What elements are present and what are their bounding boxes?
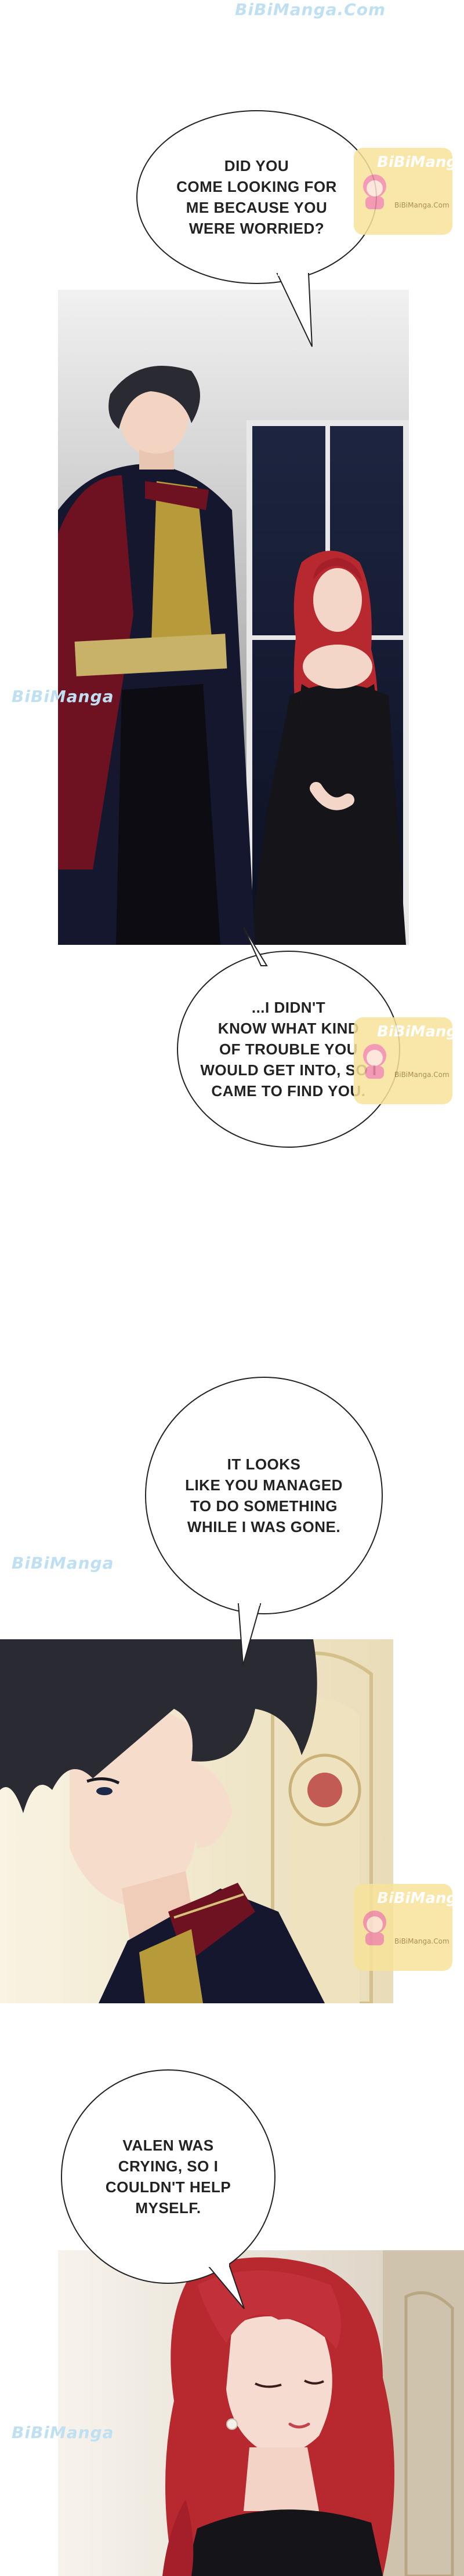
speech-bubble-2-tail — [243, 927, 268, 966]
watermark-badge-1: BiBiManga BiBiManga.Com — [354, 148, 452, 235]
panel-man-profile — [0, 1639, 393, 2003]
speech-bubble-1-tail — [276, 272, 313, 347]
mascot-icon — [363, 1044, 386, 1079]
speech-bubble-1: DID YOU COME LOOKING FOR ME BECAUSE YOU … — [136, 110, 377, 284]
speech-bubble-1-text: DID YOU COME LOOKING FOR ME BECAUSE YOU … — [176, 157, 337, 237]
side-watermark-2: BiBiManga — [12, 1553, 114, 1573]
watermark-badge-3: BiBiManga BiBiManga.Com — [354, 1884, 452, 1971]
speech-bubble-4: VALEN WAS CRYING, SO I COULDN'T HELP MYS… — [61, 2069, 276, 2284]
badge-subtitle: BiBiManga.Com — [394, 1071, 449, 1079]
badge-title: BiBiManga — [377, 154, 452, 171]
speech-bubble-4-tail — [206, 2264, 245, 2309]
side-watermark-3: BiBiManga — [12, 2423, 114, 2442]
badge-title: BiBiManga — [377, 1023, 452, 1040]
panel-red-haired-woman-art — [58, 2250, 464, 2576]
badge-subtitle: BiBiManga.Com — [394, 1937, 449, 1945]
badge-subtitle: BiBiManga.Com — [394, 201, 449, 209]
speech-bubble-3: IT LOOKS LIKE YOU MANAGED TO DO SOMETHIN… — [145, 1377, 383, 1614]
side-watermark-1: BiBiManga — [12, 687, 114, 706]
site-watermark: BiBiManga.Com — [235, 0, 386, 19]
panel-red-haired-woman — [58, 2250, 464, 2576]
panel-couple-standing-art — [58, 290, 409, 945]
badge-title: BiBiManga — [377, 1890, 452, 1907]
watermark-badge-2: BiBiManga BiBiManga.Com — [354, 1017, 452, 1104]
speech-bubble-4-text: VALEN WAS CRYING, SO I COULDN'T HELP MYS… — [105, 2137, 231, 2217]
mascot-icon — [363, 1911, 386, 1945]
panel-couple-standing — [58, 290, 409, 945]
speech-bubble-2-text: ...I DIDN'T KNOW WHAT KIND OF TROUBLE YO… — [200, 999, 376, 1100]
speech-bubble-3-text: IT LOOKS LIKE YOU MANAGED TO DO SOMETHIN… — [185, 1456, 343, 1536]
panel-man-profile-art — [0, 1639, 393, 2003]
speech-bubble-3-tail — [237, 1603, 262, 1666]
mascot-icon — [363, 174, 386, 209]
